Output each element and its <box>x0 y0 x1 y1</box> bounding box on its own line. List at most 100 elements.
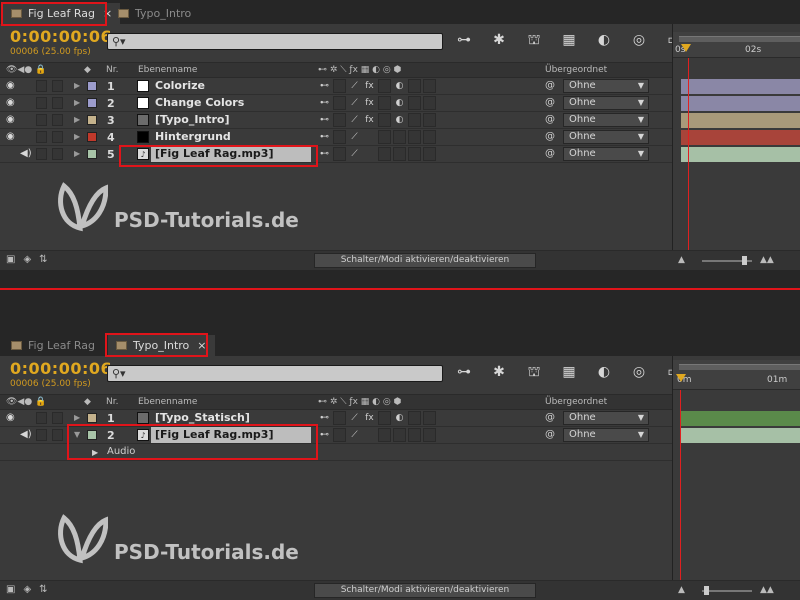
search-input[interactable]: ⚲▾ <box>107 365 443 382</box>
layer-name[interactable]: [Typo_Statisch] <box>151 410 311 426</box>
draft-3d-icon[interactable]: ✱ <box>487 30 511 50</box>
layer-name[interactable]: Colorize <box>151 78 311 94</box>
shy-switch-icon[interactable]: ⊷ <box>318 411 331 425</box>
tab-typo-intro[interactable]: Typo_Intro <box>110 3 199 24</box>
quality-switch-icon[interactable]: ⟋ <box>348 411 361 425</box>
toggle-switches-modes-button[interactable]: Schalter/Modi aktivieren/deaktivieren <box>314 253 536 268</box>
effects-toggle-icon[interactable]: ◈ <box>23 254 31 265</box>
frame-blend-switch[interactable] <box>378 130 391 144</box>
3d-layer-switch[interactable] <box>423 96 436 110</box>
collapse-switch[interactable] <box>333 147 346 161</box>
audio-property-label[interactable]: Audio <box>107 446 135 457</box>
mini-flowchart-icon[interactable]: ⊶ <box>452 362 476 382</box>
expand-triangle-icon[interactable]: ▶ <box>92 448 98 457</box>
timecode-block[interactable]: 0:00:00:06 00006 (25.00 fps) <box>10 359 112 389</box>
zoom-slider[interactable] <box>702 586 752 595</box>
timeline-area[interactable]: 0m 01m <box>672 356 800 582</box>
motion-blur-switch-icon[interactable]: ◐ <box>393 96 406 110</box>
collapse-switch[interactable] <box>333 96 346 110</box>
adjustment-switch[interactable] <box>408 96 421 110</box>
shy-layers-icon[interactable]: ⛫ <box>522 362 546 382</box>
work-area-bar[interactable] <box>679 36 800 42</box>
label-color-swatch[interactable] <box>87 430 97 440</box>
visibility-eye-icon[interactable]: ◉ <box>6 131 15 142</box>
effects-toggle-icon[interactable]: ◈ <box>23 584 31 595</box>
pick-whip-icon[interactable]: @ <box>545 412 555 423</box>
zoom-control[interactable]: ▲ ▲▲ <box>678 255 798 267</box>
lock-switch[interactable] <box>52 114 63 126</box>
frame-blend-switch[interactable] <box>378 79 391 93</box>
graph-editor-icon[interactable]: ◎ <box>627 362 651 382</box>
layer-name[interactable]: [Fig Leaf Rag.mp3] <box>151 146 311 162</box>
collapse-switch[interactable] <box>333 130 346 144</box>
quality-switch-icon[interactable]: ⟋ <box>348 147 361 161</box>
3d-layer-switch[interactable] <box>423 79 436 93</box>
layer-duration-bar[interactable] <box>681 113 800 128</box>
in-out-toggle-icon[interactable]: ⇅ <box>39 254 47 265</box>
quality-switch-icon[interactable]: ⟋ <box>348 428 361 442</box>
zoom-slider-thumb[interactable] <box>742 256 747 265</box>
visibility-eye-icon[interactable]: ◉ <box>6 80 15 91</box>
shy-layers-icon[interactable]: ⛫ <box>522 30 546 50</box>
pick-whip-icon[interactable]: @ <box>545 80 555 91</box>
zoom-in-icon[interactable]: ▲▲ <box>760 255 774 265</box>
column-layer-name[interactable]: Ebenenname <box>138 397 197 407</box>
time-ruler[interactable]: 0s 02s <box>673 32 800 58</box>
motion-blur-icon[interactable]: ◐ <box>592 362 616 382</box>
audio-speaker-icon[interactable]: ◀) <box>20 429 32 440</box>
graph-editor-icon[interactable]: ◎ <box>627 30 651 50</box>
parent-dropdown[interactable]: Ohne ▼ <box>563 79 649 93</box>
lock-switch[interactable] <box>52 148 63 160</box>
effect-switch-icon[interactable] <box>363 428 376 442</box>
motion-blur-switch-icon[interactable]: ◐ <box>393 79 406 93</box>
layer-duration-bar[interactable] <box>681 428 800 443</box>
frame-blend-switch[interactable] <box>378 113 391 127</box>
zoom-out-icon[interactable]: ▲ <box>678 255 685 265</box>
in-out-toggle-icon[interactable]: ⇅ <box>39 584 47 595</box>
shy-switch-icon[interactable]: ⊷ <box>318 96 331 110</box>
collapse-switch[interactable] <box>333 428 346 442</box>
expand-triangle-icon[interactable]: ▶ <box>74 413 80 422</box>
motion-blur-switch-icon[interactable] <box>393 147 406 161</box>
collapse-switch[interactable] <box>333 79 346 93</box>
effect-switch-icon[interactable]: fx <box>363 113 376 127</box>
adjustment-switch[interactable] <box>408 411 421 425</box>
quality-switch-icon[interactable]: ⟋ <box>348 96 361 110</box>
tab-fig-leaf-rag[interactable]: Fig Leaf Rag <box>3 335 103 356</box>
visibility-eye-icon[interactable]: ◉ <box>6 412 15 423</box>
draft-3d-icon[interactable]: ✱ <box>487 362 511 382</box>
layer-row[interactable]: ◀) ▼ 2 ♪ [Fig Leaf Rag.mp3] ⊷ ⟋ @ Ohne ▼ <box>0 427 672 444</box>
expand-triangle-icon[interactable]: ▶ <box>74 81 80 90</box>
label-color-swatch[interactable] <box>87 98 97 108</box>
layer-duration-bar[interactable] <box>681 79 800 94</box>
solo-switch[interactable] <box>36 80 47 92</box>
shy-switch-icon[interactable]: ⊷ <box>318 428 331 442</box>
solo-switch[interactable] <box>36 114 47 126</box>
parent-dropdown[interactable]: Ohne ▼ <box>563 130 649 144</box>
lock-switch[interactable] <box>52 429 63 441</box>
collapse-switch[interactable] <box>333 411 346 425</box>
expand-triangle-icon[interactable]: ▶ <box>74 115 80 124</box>
3d-layer-switch[interactable] <box>423 130 436 144</box>
frame-blend-switch[interactable] <box>378 411 391 425</box>
label-color-swatch[interactable] <box>87 115 97 125</box>
time-ruler[interactable]: 0m 01m <box>673 360 800 390</box>
zoom-control[interactable]: ▲ ▲▲ <box>678 585 798 597</box>
effect-switch-icon[interactable]: fx <box>363 411 376 425</box>
shy-switch-icon[interactable]: ⊷ <box>318 130 331 144</box>
visibility-eye-icon[interactable]: ◉ <box>6 97 15 108</box>
zoom-slider[interactable] <box>702 256 752 265</box>
layer-row[interactable]: ◉ ▶ 4 Hintergrund ⊷ ⟋ @ Ohne ▼ <box>0 129 672 146</box>
shy-switch-icon[interactable]: ⊷ <box>318 147 331 161</box>
parent-dropdown[interactable]: Ohne ▼ <box>563 147 649 161</box>
layer-name[interactable]: Hintergrund <box>151 129 311 145</box>
mini-flowchart-icon[interactable]: ⊶ <box>452 30 476 50</box>
playhead-icon[interactable] <box>681 44 691 52</box>
3d-layer-switch[interactable] <box>423 428 436 442</box>
3d-layer-switch[interactable] <box>423 113 436 127</box>
expand-triangle-icon[interactable]: ▶ <box>74 98 80 107</box>
toggle-switches-modes-button[interactable]: Schalter/Modi aktivieren/deaktivieren <box>314 583 536 598</box>
quality-switch-icon[interactable]: ⟋ <box>348 79 361 93</box>
effect-switch-icon[interactable]: fx <box>363 96 376 110</box>
lock-switch[interactable] <box>52 97 63 109</box>
